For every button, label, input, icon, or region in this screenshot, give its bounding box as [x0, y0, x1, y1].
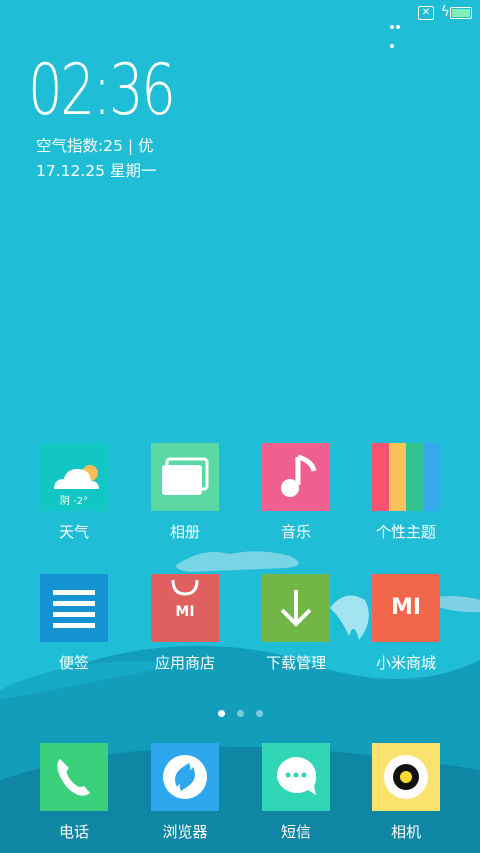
app-label: 便签 [58, 654, 89, 672]
gallery-icon [151, 443, 219, 511]
phone-icon [40, 743, 108, 811]
messages-icon [262, 743, 330, 811]
mi-tile-text: MI [390, 595, 422, 620]
app-store[interactable]: MI 应用商店 [140, 574, 230, 673]
dock-browser[interactable]: 浏览器 [140, 743, 230, 842]
page-dot[interactable] [236, 710, 244, 717]
app-label: 相机 [390, 823, 421, 841]
app-label: 个性主题 [375, 523, 436, 541]
browser-icon [151, 743, 219, 811]
app-notes[interactable]: 便签 [29, 574, 119, 673]
mi-logo-icon: MI [372, 574, 440, 642]
app-downloads[interactable]: 下载管理 [251, 574, 341, 673]
themes-stripes-icon [372, 443, 440, 511]
app-label: 应用商店 [154, 654, 215, 672]
camera-icon [372, 743, 440, 811]
home-screen: ✕ ϟ 02:36 空气指数:25 | 优 17.12.25 星期一 阴 -2°… [0, 0, 480, 853]
app-label: 相册 [169, 523, 200, 541]
date-text: 17.12.25 星期一 [36, 162, 157, 180]
app-store-bag-icon: MI [151, 574, 219, 642]
clock-time[interactable]: 02:36 [28, 50, 176, 130]
app-themes[interactable]: 个性主题 [361, 443, 451, 542]
dock-phone[interactable]: 电话 [29, 743, 119, 842]
charging-bolt-icon: ϟ [440, 4, 450, 20]
weather-tile-text: 阴 -2° [59, 496, 89, 507]
app-label: 电话 [58, 823, 89, 841]
app-label: 小米商城 [375, 654, 436, 672]
page-indicator[interactable] [0, 702, 480, 721]
dock-messages[interactable]: 短信 [251, 743, 341, 842]
music-note-icon [262, 443, 330, 511]
no-sim-icon: ✕ [418, 6, 434, 20]
status-bar: ✕ ϟ [0, 0, 480, 48]
app-label: 下载管理 [265, 654, 326, 672]
weather-icon: 阴 -2° [40, 443, 108, 511]
download-arrow-icon [262, 574, 330, 642]
app-label: 短信 [280, 823, 311, 841]
dock-camera[interactable]: 相机 [361, 743, 451, 842]
page-dot[interactable] [255, 710, 263, 717]
app-gallery[interactable]: 相册 [140, 443, 230, 542]
app-label: 浏览器 [162, 823, 208, 841]
app-weather[interactable]: 阴 -2° 天气 [29, 443, 119, 542]
air-quality-text: 空气指数:25 | 优 [36, 137, 154, 155]
battery-icon [450, 7, 472, 19]
more-dots-icon [390, 14, 406, 48]
notes-lines-icon [40, 574, 108, 642]
app-mi-mall[interactable]: MI 小米商城 [361, 574, 451, 673]
app-music[interactable]: 音乐 [251, 443, 341, 542]
app-label: 天气 [58, 523, 89, 541]
page-dot[interactable] [217, 710, 225, 717]
app-label: 音乐 [280, 523, 311, 541]
store-tile-text: MI [175, 604, 195, 620]
